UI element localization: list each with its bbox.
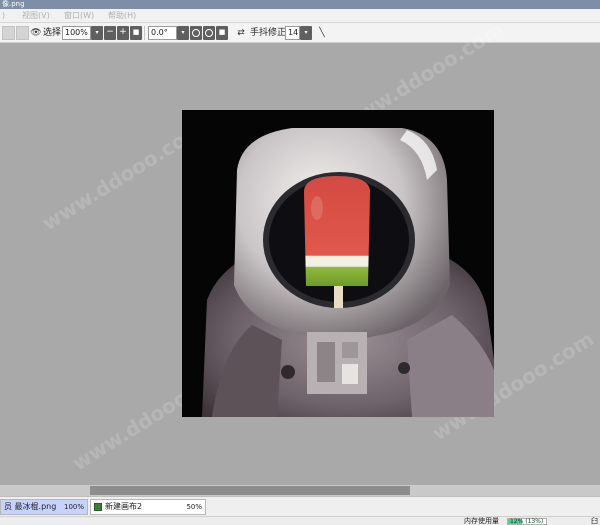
horizontal-scrollbar[interactable] xyxy=(0,485,600,496)
fit-window-button[interactable]: ■ xyxy=(130,26,142,40)
status-bar: 内存使用量 12% (13%) 臼 xyxy=(0,516,600,525)
menu-bar: ) 视图(V) 窗口(W) 帮助(H) xyxy=(0,9,600,23)
zoom-dropdown-button[interactable]: ▾ xyxy=(91,26,103,40)
memory-usage-bar: 12% (13%) xyxy=(507,518,547,525)
toolbar: 👁 选择 100% ▾ − + ■ 0.0° ▾ ■ ⇄ 手抖修正 14 ▾ ╲ xyxy=(0,23,600,43)
stabilizer-field[interactable]: 14 xyxy=(285,26,300,40)
menu-item-view[interactable]: 视图(V) xyxy=(22,10,50,22)
stabilizer-dropdown-button[interactable]: ▾ xyxy=(300,26,312,40)
zoom-in-button[interactable]: + xyxy=(117,26,129,40)
zoom-field[interactable]: 100% xyxy=(62,26,91,40)
canvas-image[interactable] xyxy=(182,110,494,417)
line-tool-icon[interactable]: ╲ xyxy=(316,27,328,39)
tool-slot-2[interactable] xyxy=(16,26,29,40)
rotate-left-button[interactable] xyxy=(190,26,202,40)
tab-name: 新建画布2 xyxy=(105,502,143,511)
document-tab-bar: 员 最冰棍.png 100% 新建画布2 50% xyxy=(0,496,600,516)
select-label: 选择 xyxy=(43,28,62,38)
rotation-field[interactable]: 0.0° xyxy=(148,26,177,40)
document-tab-new-canvas[interactable]: 新建画布2 50% xyxy=(90,499,206,515)
rotate-right-button[interactable] xyxy=(203,26,215,40)
rotation-dropdown-button[interactable]: ▾ xyxy=(177,26,189,40)
zoom-out-button[interactable]: − xyxy=(104,26,116,40)
scrollbar-thumb[interactable] xyxy=(90,486,410,495)
document-tab-active[interactable]: 员 最冰棍.png 100% xyxy=(0,499,88,515)
tab-zoom: 100% xyxy=(63,503,84,511)
stabilizer-label: 手抖修正 xyxy=(250,28,287,38)
flip-horizontal-icon[interactable]: ⇄ xyxy=(235,27,247,39)
status-tail-text: 臼 xyxy=(591,517,598,525)
menu-item-file[interactable]: ) xyxy=(2,10,5,22)
tool-slot-1[interactable] xyxy=(2,26,15,40)
toolbar-divider xyxy=(144,26,145,40)
reset-rotation-button[interactable]: ■ xyxy=(216,26,228,40)
memory-label: 内存使用量 xyxy=(464,517,499,525)
menu-item-window[interactable]: 窗口(W) xyxy=(64,10,94,22)
tab-zoom: 50% xyxy=(186,503,202,511)
image-icon xyxy=(94,503,102,511)
astronaut-popsicle-image xyxy=(182,110,494,417)
tab-name: 员 最冰棍.png xyxy=(4,502,57,511)
window-title: 像.png xyxy=(0,0,600,9)
menu-item-help[interactable]: 帮助(H) xyxy=(108,10,136,22)
eye-icon[interactable]: 👁 xyxy=(30,27,42,39)
memory-usage-text: 12% (13%) xyxy=(510,518,544,525)
